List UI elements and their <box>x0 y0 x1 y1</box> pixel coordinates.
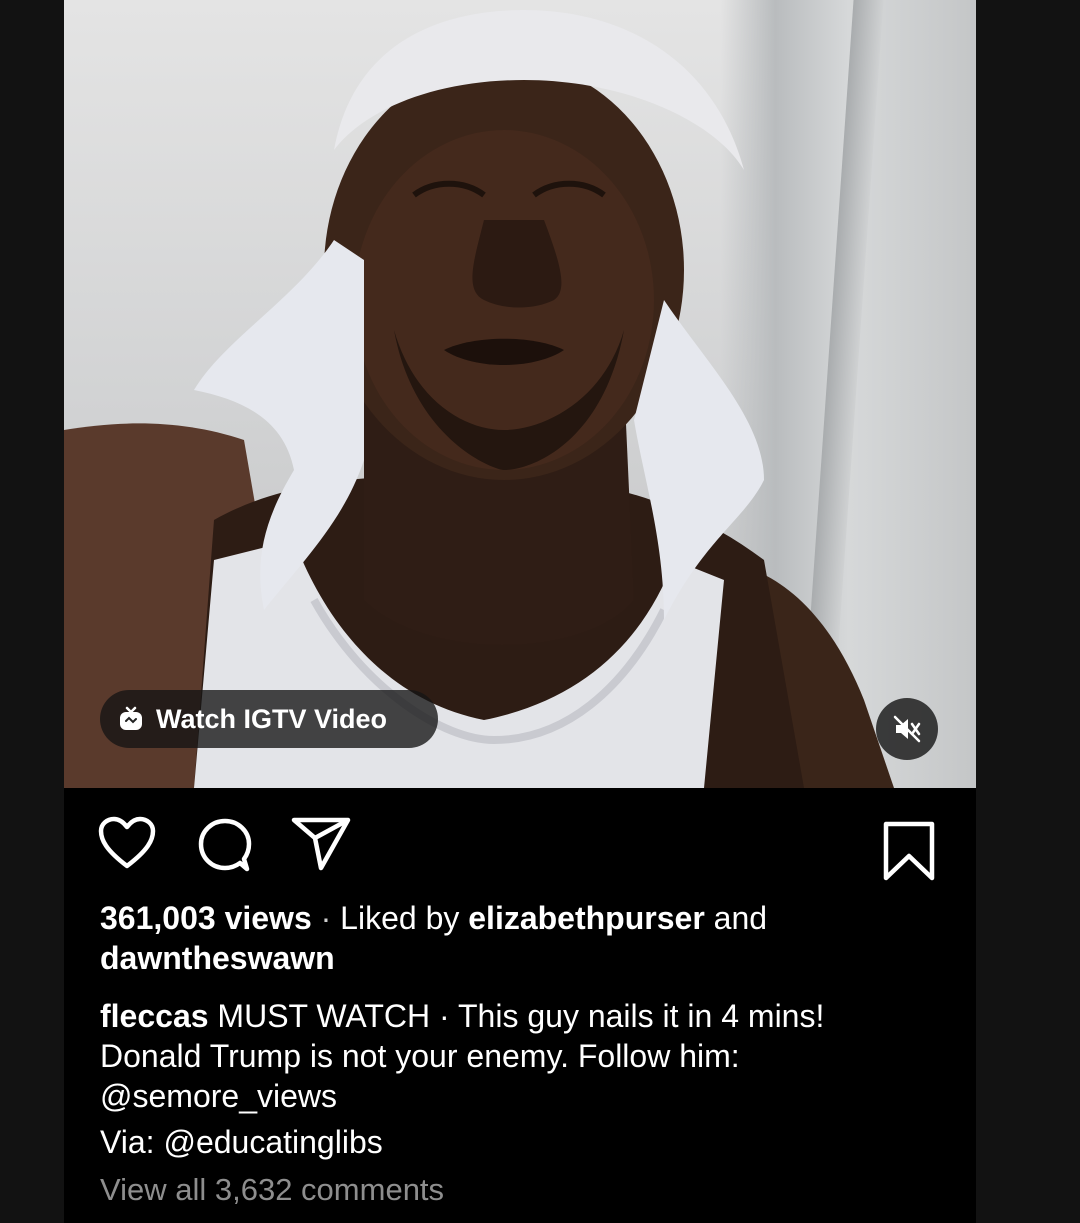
watch-igtv-label: Watch IGTV Video <box>156 703 388 734</box>
stats-separator: · <box>320 900 332 936</box>
comment-bubble-icon[interactable] <box>196 816 254 874</box>
liked-user-link[interactable]: dawntheswawn <box>100 940 335 976</box>
post-stats: 361,003 views · Liked by elizabethpurser… <box>100 898 960 978</box>
heart-icon[interactable] <box>98 816 156 870</box>
liked-user-link[interactable]: elizabethpurser <box>468 900 705 936</box>
liked-by-prefix: Liked by <box>340 900 460 936</box>
speaker-muted-icon <box>893 715 921 743</box>
caption-mention[interactable]: @semore_views <box>100 1076 960 1116</box>
view-all-comments-link[interactable]: View all 3,632 comments <box>100 1172 444 1208</box>
video-player[interactable]: Watch IGTV Video <box>64 0 976 788</box>
caption-username[interactable]: fleccas <box>100 998 209 1034</box>
post-caption: fleccas MUST WATCH · This guy nails it i… <box>100 996 960 1162</box>
stats-line-2: dawntheswawn <box>100 938 960 978</box>
bookmark-icon[interactable] <box>882 820 936 882</box>
paper-plane-icon[interactable] <box>290 816 352 872</box>
video-frame-person <box>64 10 894 788</box>
caption-line-2: Donald Trump is not your enemy. Follow h… <box>100 1038 740 1074</box>
instagram-post: Watch IGTV Video 361,003 views · Liked b… <box>64 0 976 1223</box>
liked-by-and: and <box>713 900 768 936</box>
caption-line-1: fleccas MUST WATCH · This guy nails it i… <box>100 996 960 1036</box>
caption-text: MUST WATCH · This guy nails it in 4 mins… <box>217 998 825 1034</box>
post-action-bar <box>64 800 976 890</box>
mute-button[interactable] <box>876 698 938 760</box>
watch-igtv-button[interactable]: Watch IGTV Video <box>100 690 438 748</box>
stats-line-1: 361,003 views · Liked by elizabethpurser… <box>100 898 960 938</box>
view-count[interactable]: 361,003 views <box>100 900 312 936</box>
caption-via-mention[interactable]: Via: @educatinglibs <box>100 1122 960 1162</box>
igtv-icon <box>120 706 142 730</box>
